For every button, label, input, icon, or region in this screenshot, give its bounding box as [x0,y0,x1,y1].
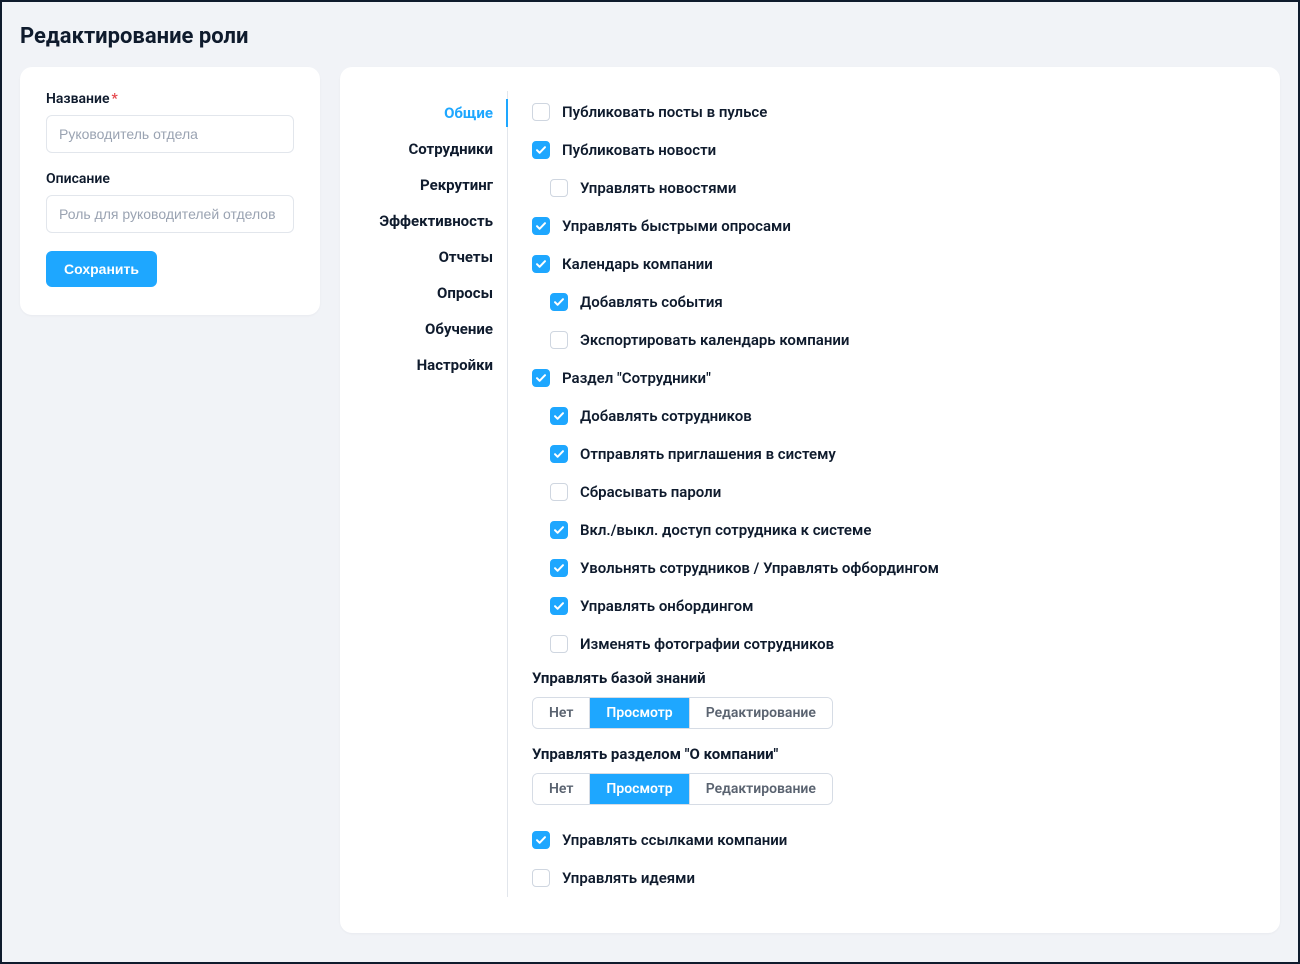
perm-label: Увольнять сотрудников / Управлять офборд… [580,559,939,577]
perm-label: Управлять ссылками компании [562,831,787,849]
perm-item-17: Управлять ссылками компании [532,821,1252,859]
permissions-list: Публиковать посты в пульсе Публиковать но… [508,91,1252,897]
perm-label: Отправлять приглашения в систему [580,445,836,463]
perm-item-18: Управлять идеями [532,859,1252,897]
perm-item-4: Календарь компании [532,245,1252,283]
perm-label: Управлять онбордингом [580,597,753,615]
tab-4[interactable]: Отчеты [358,239,507,275]
save-button[interactable]: Сохранить [46,251,157,287]
perm-checkbox-18[interactable] [532,869,550,887]
permissions-card: ОбщиеСотрудникиРекрутингЭффективностьОтч… [340,67,1280,933]
perm-checkbox-9[interactable] [550,445,568,463]
category-tabs: ОбщиеСотрудникиРекрутингЭффективностьОтч… [358,91,508,897]
segment-option-2[interactable]: Редактирование [690,774,832,804]
perm-item-0: Публиковать посты в пульсе [532,93,1252,131]
perm-checkbox-17[interactable] [532,831,550,849]
perm-item-1: Публиковать новости [532,131,1252,169]
desc-label: Описание [46,171,294,187]
segment-control: НетПросмотрРедактирование [532,773,833,805]
perm-label: Публиковать новости [562,141,716,159]
segment-label: Управлять разделом "О компании" [532,745,1252,763]
perm-checkbox-3[interactable] [532,217,550,235]
perm-segment-15: Управлять базой знаний НетПросмотрРедакти… [532,669,1252,729]
perm-label: Добавлять сотрудников [580,407,752,425]
perm-item-7: Раздел "Сотрудники" [532,359,1252,397]
segment-option-1[interactable]: Просмотр [590,698,689,728]
perm-label: Календарь компании [562,255,713,273]
perm-item-14: Изменять фотографии сотрудников [550,625,1252,663]
perm-checkbox-1[interactable] [532,141,550,159]
perm-item-5: Добавлять события [550,283,1252,321]
segment-option-0[interactable]: Нет [533,698,590,728]
tab-0[interactable]: Общие [358,95,507,131]
desc-input[interactable] [46,195,294,233]
page-title: Редактирование роли [20,24,1280,49]
perm-item-9: Отправлять приглашения в систему [550,435,1252,473]
tab-3[interactable]: Эффективность [358,203,507,239]
perm-segment-16: Управлять разделом "О компании" НетПросмо… [532,745,1252,805]
perm-item-6: Экспортировать календарь компании [550,321,1252,359]
perm-label: Управлять новостями [580,179,736,197]
tab-6[interactable]: Обучение [358,311,507,347]
name-input[interactable] [46,115,294,153]
perm-checkbox-8[interactable] [550,407,568,425]
perm-checkbox-5[interactable] [550,293,568,311]
perm-label: Публиковать посты в пульсе [562,103,767,121]
perm-item-10: Сбрасывать пароли [550,473,1252,511]
perm-checkbox-4[interactable] [532,255,550,273]
segment-option-1[interactable]: Просмотр [590,774,689,804]
perm-item-11: Вкл./выкл. доступ сотрудника к системе [550,511,1252,549]
perm-item-13: Управлять онбордингом [550,587,1252,625]
perm-checkbox-0[interactable] [532,103,550,121]
perm-label: Сбрасывать пароли [580,483,721,501]
tab-7[interactable]: Настройки [358,347,507,383]
perm-item-3: Управлять быстрыми опросами [532,207,1252,245]
perm-checkbox-12[interactable] [550,559,568,577]
segment-option-2[interactable]: Редактирование [690,698,832,728]
role-form-card: Название* Описание Сохранить [20,67,320,315]
perm-label: Управлять идеями [562,869,695,887]
perm-checkbox-7[interactable] [532,369,550,387]
name-label: Название* [46,91,294,107]
perm-checkbox-6[interactable] [550,331,568,349]
perm-checkbox-2[interactable] [550,179,568,197]
segment-label: Управлять базой знаний [532,669,1252,687]
tab-5[interactable]: Опросы [358,275,507,311]
tab-1[interactable]: Сотрудники [358,131,507,167]
required-mark: * [112,91,118,107]
perm-label: Добавлять события [580,293,723,311]
perm-label: Изменять фотографии сотрудников [580,635,834,653]
perm-checkbox-10[interactable] [550,483,568,501]
perm-label: Управлять быстрыми опросами [562,217,791,235]
perm-checkbox-11[interactable] [550,521,568,539]
tab-2[interactable]: Рекрутинг [358,167,507,203]
perm-label: Вкл./выкл. доступ сотрудника к системе [580,521,871,539]
segment-option-0[interactable]: Нет [533,774,590,804]
perm-item-8: Добавлять сотрудников [550,397,1252,435]
perm-item-12: Увольнять сотрудников / Управлять офборд… [550,549,1252,587]
segment-control: НетПросмотрРедактирование [532,697,833,729]
perm-label: Экспортировать календарь компании [580,331,849,349]
perm-label: Раздел "Сотрудники" [562,369,711,387]
perm-checkbox-13[interactable] [550,597,568,615]
perm-checkbox-14[interactable] [550,635,568,653]
perm-item-2: Управлять новостями [550,169,1252,207]
